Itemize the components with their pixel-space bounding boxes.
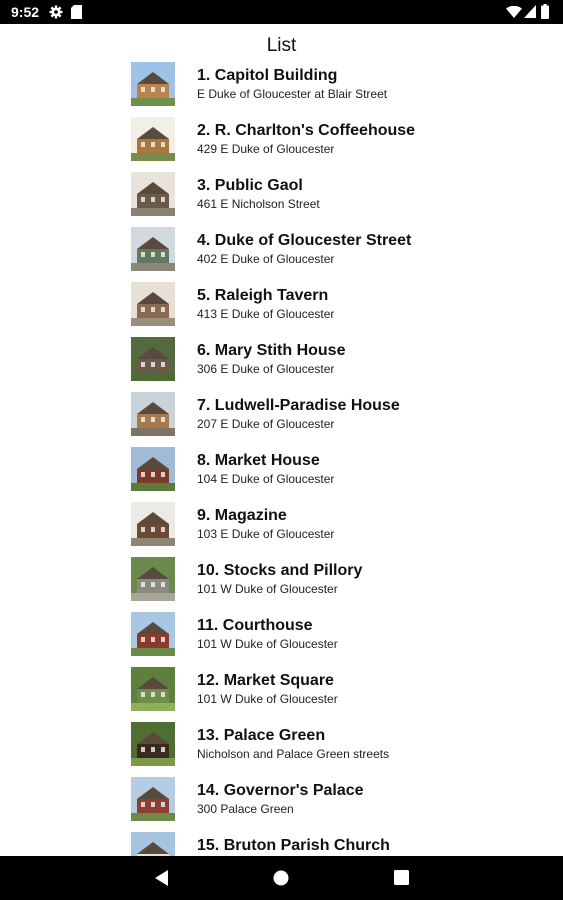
item-address: 300 Palace Green — [197, 802, 294, 816]
item-title: 8. Market House — [197, 452, 320, 469]
place-thumbnail — [131, 282, 175, 326]
list-item[interactable]: 11. Courthouse 101 W Duke of Gloucester — [0, 610, 563, 665]
item-address: 101 W Duke of Gloucester — [197, 692, 338, 706]
place-thumbnail — [131, 722, 175, 766]
navigation-bar — [0, 856, 563, 900]
item-address: 101 W Duke of Gloucester — [197, 637, 338, 651]
list-item[interactable]: 7. Ludwell-Paradise House 207 E Duke of G… — [0, 390, 563, 445]
item-address: 402 E Duke of Gloucester — [197, 252, 335, 266]
list-item[interactable]: 3. Public Gaol 461 E Nicholson Street — [0, 170, 563, 225]
item-title: 6. Mary Stith House — [197, 342, 346, 359]
item-address: 461 E Nicholson Street — [197, 197, 320, 211]
item-title: 9. Magazine — [197, 507, 287, 524]
list-item[interactable]: 5. Raleigh Tavern 413 E Duke of Glouceste… — [0, 280, 563, 335]
item-address: 101 W Duke of Gloucester — [197, 582, 338, 596]
place-thumbnail — [131, 447, 175, 491]
place-thumbnail — [131, 392, 175, 436]
list-item[interactable]: 9. Magazine 103 E Duke of Gloucester — [0, 500, 563, 555]
place-thumbnail — [131, 117, 175, 161]
list-item[interactable]: 15. Bruton Parish Church — [0, 830, 563, 856]
list-item[interactable]: 6. Mary Stith House 306 E Duke of Glouces… — [0, 335, 563, 390]
page-title: List — [266, 35, 297, 56]
item-title: 11. Courthouse — [197, 617, 313, 634]
item-title: 2. R. Charlton's Coffeehouse — [197, 122, 416, 139]
list-item[interactable]: 8. Market House 104 E Duke of Gloucester — [0, 445, 563, 500]
place-thumbnail — [131, 172, 175, 216]
place-thumbnail — [131, 62, 175, 106]
gear-icon — [49, 5, 63, 19]
item-title: 15. Bruton Parish Church — [197, 837, 390, 854]
place-list[interactable]: 1. Capitol Building E Duke of Gloucester … — [0, 60, 563, 856]
place-thumbnail — [131, 502, 175, 546]
status-bar: 9:52 — [0, 0, 563, 24]
item-title: 3. Public Gaol — [197, 177, 303, 194]
item-title: 13. Palace Green — [197, 727, 326, 744]
place-thumbnail — [131, 612, 175, 656]
home-icon[interactable] — [273, 870, 289, 886]
item-address: 103 E Duke of Gloucester — [197, 527, 335, 541]
item-address: E Duke of Gloucester at Blair Street — [197, 87, 388, 101]
list-item[interactable]: 2. R. Charlton's Coffeehouse 429 E Duke o… — [0, 115, 563, 170]
item-address: 413 E Duke of Gloucester — [197, 307, 335, 321]
sd-card-icon — [71, 5, 82, 19]
item-title: 7. Ludwell-Paradise House — [197, 397, 400, 414]
list-item[interactable]: 1. Capitol Building E Duke of Gloucester … — [0, 60, 563, 115]
item-title: 14. Governor's Palace — [197, 782, 364, 799]
place-thumbnail — [131, 667, 175, 711]
status-time: 9:52 — [11, 4, 40, 20]
signal-icon — [524, 5, 536, 18]
wifi-icon — [506, 6, 522, 18]
item-address: 207 E Duke of Gloucester — [197, 417, 335, 431]
list-item[interactable]: 10. Stocks and Pillory 101 W Duke of Glou… — [0, 555, 563, 610]
item-address: Nicholson and Palace Green streets — [197, 747, 390, 761]
place-thumbnail — [131, 777, 175, 821]
list-item[interactable]: 13. Palace Green Nicholson and Palace Gre… — [0, 720, 563, 775]
item-title: 5. Raleigh Tavern — [197, 287, 329, 304]
list-item[interactable]: 4. Duke of Gloucester Street 402 E Duke o… — [0, 225, 563, 280]
back-icon[interactable] — [153, 869, 169, 887]
item-title: 12. Market Square — [197, 672, 334, 689]
item-title: 4. Duke of Gloucester Street — [197, 232, 412, 249]
place-thumbnail — [131, 227, 175, 271]
battery-icon — [541, 4, 549, 19]
item-address: 429 E Duke of Gloucester — [197, 142, 335, 156]
item-title: 1. Capitol Building — [197, 67, 338, 84]
item-address: 306 E Duke of Gloucester — [197, 362, 335, 376]
list-item[interactable]: 14. Governor's Palace 300 Palace Green — [0, 775, 563, 830]
recents-icon[interactable] — [394, 870, 409, 885]
place-thumbnail — [131, 832, 175, 856]
place-thumbnail — [131, 337, 175, 381]
item-title: 10. Stocks and Pillory — [197, 562, 363, 579]
place-thumbnail — [131, 557, 175, 601]
list-item[interactable]: 12. Market Square 101 W Duke of Glouceste… — [0, 665, 563, 720]
item-address: 104 E Duke of Gloucester — [197, 472, 335, 486]
